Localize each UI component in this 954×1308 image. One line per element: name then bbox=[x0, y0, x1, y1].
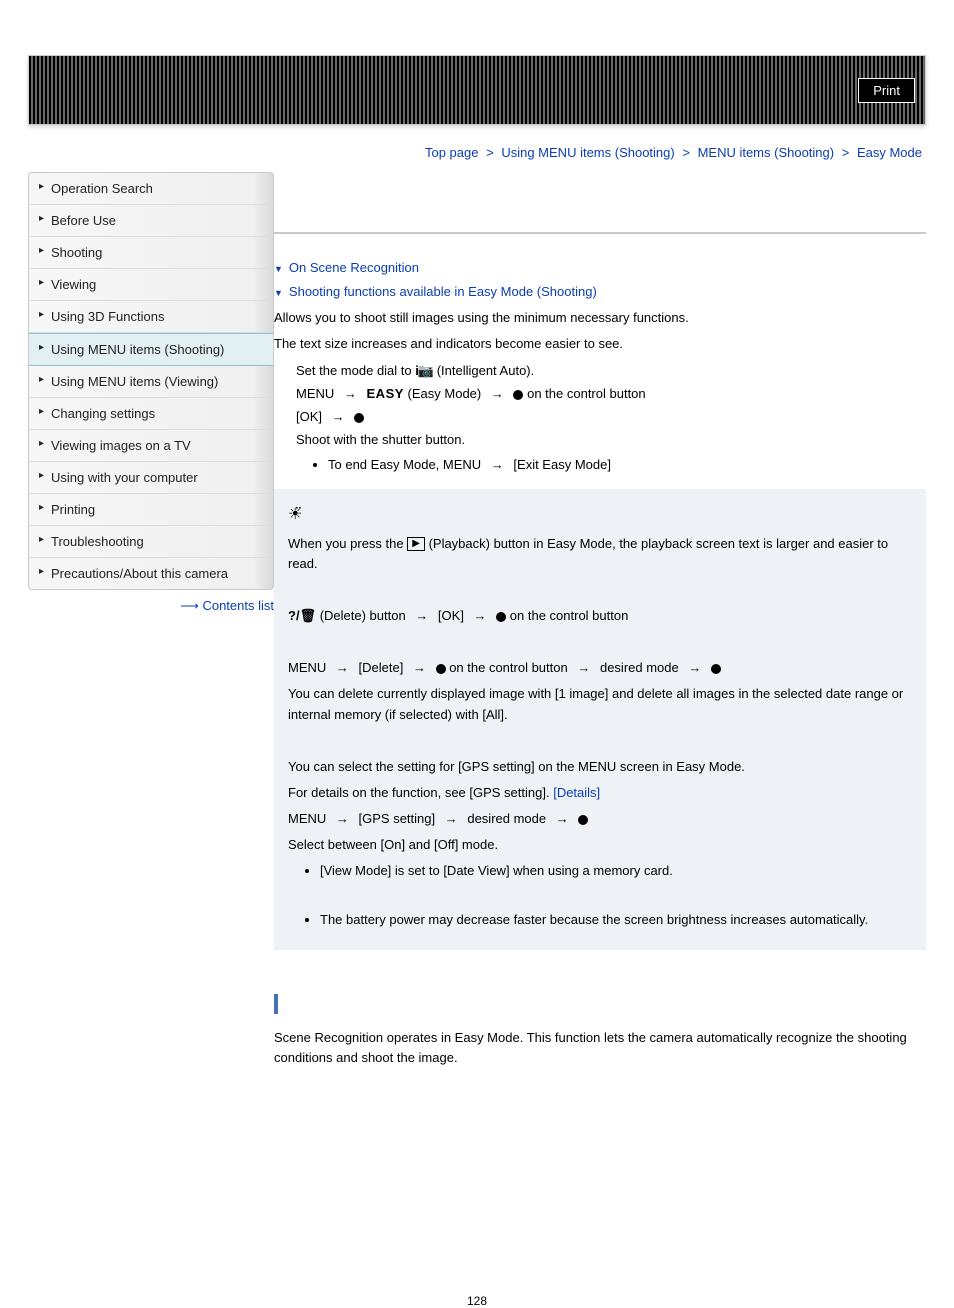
header-banner: Print bbox=[28, 55, 926, 125]
playback-icon: ▶ bbox=[407, 537, 425, 551]
sidebar-item[interactable]: Using MENU items (Viewing) bbox=[29, 366, 273, 398]
scene-recognition-text: Scene Recognition operates in Easy Mode.… bbox=[274, 1028, 926, 1068]
sidebar-item[interactable]: Using MENU items (Shooting) bbox=[29, 333, 273, 366]
intro-line-2: The text size increases and indicators b… bbox=[274, 334, 926, 354]
arrow-right-icon: ⟶ bbox=[180, 598, 199, 613]
center-button-icon bbox=[513, 390, 523, 400]
contents-list-link[interactable]: ⟶ Contents list bbox=[28, 598, 274, 614]
gps-details-link[interactable]: [Details] bbox=[553, 785, 600, 800]
sidebar-item[interactable]: Viewing images on a TV bbox=[29, 430, 273, 462]
step-3: [OK] bbox=[296, 407, 926, 427]
step-2: MENU EASY (Easy Mode) on the control but… bbox=[296, 384, 926, 404]
breadcrumb-l3[interactable]: MENU items (Shooting) bbox=[698, 145, 835, 160]
sidebar-item[interactable]: Operation Search bbox=[29, 173, 273, 205]
tip-menu-delete: MENU [Delete] on the control button desi… bbox=[288, 658, 912, 678]
sidebar-item[interactable]: Printing bbox=[29, 494, 273, 526]
battery-bullet: The battery power may decrease faster be… bbox=[320, 910, 912, 930]
step-1: Set the mode dial to i📷 (Intelligent Aut… bbox=[296, 361, 926, 382]
sidebar-item[interactable]: Precautions/About this camera bbox=[29, 558, 273, 589]
gps-bullet: [View Mode] is set to [Date View] when u… bbox=[320, 861, 912, 881]
print-button[interactable]: Print bbox=[858, 78, 915, 103]
main-content: On Scene Recognition Shooting functions … bbox=[274, 172, 926, 1074]
center-button-icon bbox=[496, 612, 506, 622]
sidebar-nav: Operation SearchBefore UseShootingViewin… bbox=[28, 172, 274, 590]
intelligent-auto-icon: i📷 bbox=[415, 361, 433, 381]
sidebar-item[interactable]: Before Use bbox=[29, 205, 273, 237]
gps-line-3: MENU [GPS setting] desired mode bbox=[288, 809, 912, 829]
breadcrumb: Top page > Using MENU items (Shooting) >… bbox=[28, 145, 922, 160]
gps-line-1: You can select the setting for [GPS sett… bbox=[288, 757, 912, 777]
intro-line-1: Allows you to shoot still images using t… bbox=[274, 308, 926, 328]
sidebar-item[interactable]: Using 3D Functions bbox=[29, 301, 273, 333]
anchor-scene-recognition[interactable]: On Scene Recognition bbox=[274, 258, 926, 278]
anchor-shooting-functions[interactable]: Shooting functions available in Easy Mod… bbox=[274, 282, 926, 302]
sidebar-item[interactable]: Using with your computer bbox=[29, 462, 273, 494]
step-4-bullet: To end Easy Mode, MENU [Exit Easy Mode] bbox=[328, 455, 926, 475]
center-button-icon bbox=[354, 413, 364, 423]
section-header-bar bbox=[274, 994, 926, 1014]
easy-label-icon: EASY bbox=[367, 386, 404, 401]
center-button-icon bbox=[578, 815, 588, 825]
sidebar-item[interactable]: Shooting bbox=[29, 237, 273, 269]
delete-icon: ?/🗑 bbox=[288, 608, 316, 623]
divider bbox=[274, 232, 926, 234]
page-number: 128 bbox=[28, 1294, 926, 1308]
gps-line-2: For details on the function, see [GPS se… bbox=[288, 783, 912, 803]
step-4: Shoot with the shutter button. bbox=[296, 430, 926, 450]
sidebar-item[interactable]: Troubleshooting bbox=[29, 526, 273, 558]
breadcrumb-current: Easy Mode bbox=[857, 145, 922, 160]
tip-delete-button: ?/🗑 (Delete) button [OK] on the control … bbox=[288, 606, 912, 626]
tip-delete-explain: You can delete currently displayed image… bbox=[288, 684, 912, 724]
hint-icon: ☀̈ bbox=[288, 503, 912, 528]
tip-box: ☀̈ When you press the ▶ (Playback) butto… bbox=[274, 489, 926, 950]
sidebar-item[interactable]: Changing settings bbox=[29, 398, 273, 430]
center-button-icon bbox=[436, 664, 446, 674]
tip-playback: When you press the ▶ (Playback) button i… bbox=[288, 534, 912, 574]
breadcrumb-top[interactable]: Top page bbox=[425, 145, 479, 160]
center-button-icon bbox=[711, 664, 721, 674]
gps-line-4: Select between [On] and [Off] mode. bbox=[288, 835, 912, 855]
breadcrumb-l2[interactable]: Using MENU items (Shooting) bbox=[501, 145, 674, 160]
sidebar-item[interactable]: Viewing bbox=[29, 269, 273, 301]
